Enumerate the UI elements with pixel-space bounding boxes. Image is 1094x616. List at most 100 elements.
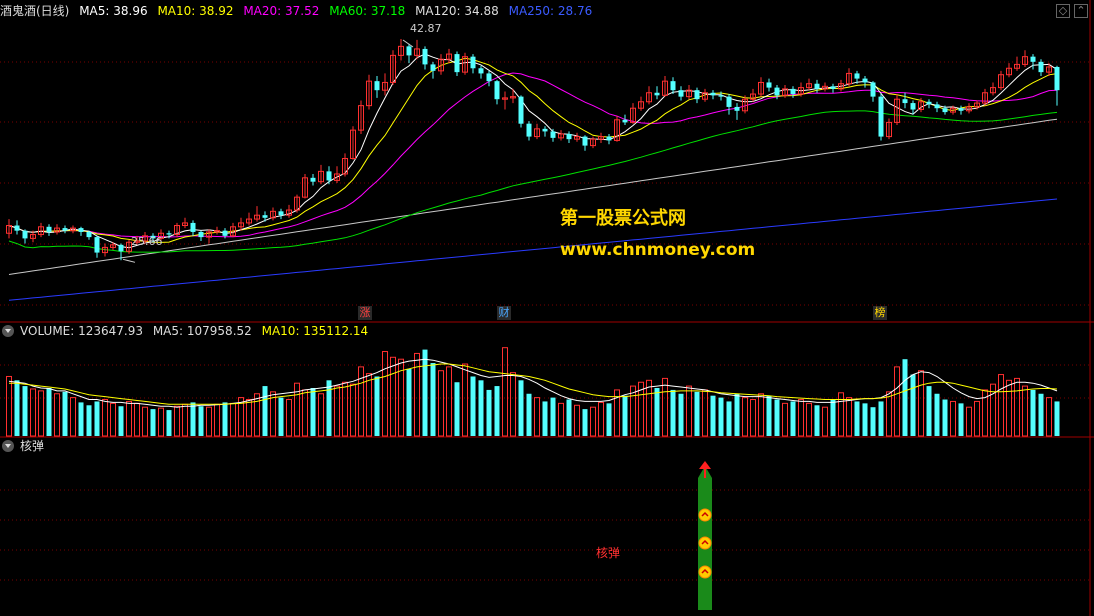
volume-bar (766, 395, 772, 436)
ma60-line (8, 110, 1058, 253)
candle-body (790, 88, 796, 95)
volume-bar (854, 401, 860, 436)
high-price-label: 42.87 (410, 22, 442, 35)
volume-bar (734, 393, 740, 436)
candle-body (910, 103, 916, 110)
volume-bar (878, 401, 884, 436)
volume-bar (382, 351, 388, 437)
volume-bar (78, 402, 84, 436)
volume-bar (926, 386, 932, 436)
volume-bar (54, 393, 60, 437)
diamond-icon[interactable]: ◇ (1056, 4, 1070, 18)
volume-label: VOLUME: 123647.93 (20, 324, 143, 338)
volume-bar (526, 393, 532, 436)
volume-bar (862, 403, 868, 436)
signal-arrow (699, 461, 711, 469)
volume-bar (998, 374, 1004, 437)
volume-bar (390, 356, 396, 437)
volume-bar (406, 368, 412, 436)
candle-body (606, 136, 612, 141)
ma20-label: MA20: 37.52 (243, 4, 320, 18)
volume-bar (966, 406, 972, 437)
volume-bar (446, 366, 452, 437)
volume-bar (182, 403, 188, 437)
candle-body (942, 108, 948, 113)
candle-body (550, 131, 556, 138)
ma10-label: MA10: 38.92 (157, 4, 234, 18)
indicator-menu-icon[interactable] (2, 440, 14, 452)
signal-bomb-icon (698, 536, 712, 550)
volume-bar (326, 380, 332, 436)
volume-bar (278, 397, 284, 436)
ma120-label: MA120: 34.88 (415, 4, 499, 18)
collapse-icon[interactable]: ⌃ (1074, 4, 1088, 18)
volume-bar (366, 373, 372, 437)
volume-bar (1006, 379, 1012, 437)
candle-body (1038, 61, 1044, 73)
candle-body (22, 230, 28, 239)
ma5-label: MA5: 38.96 (79, 4, 148, 18)
indicator-title: 核弹 (20, 439, 45, 453)
volume-bar (710, 395, 716, 436)
volume-bar (542, 401, 548, 436)
volume-bar (94, 401, 100, 436)
volume-bar (718, 397, 724, 436)
candle-body (582, 136, 588, 146)
volume-bar (254, 393, 260, 437)
volume-bar (310, 388, 316, 436)
volume-bar (494, 386, 500, 436)
candle-body (278, 211, 284, 216)
candle-body (14, 225, 20, 231)
candle-body (478, 68, 484, 74)
volume-bar (166, 410, 172, 436)
volume-menu-icon[interactable] (2, 325, 14, 337)
volume-bar (774, 399, 780, 436)
volume-bar (1014, 377, 1020, 437)
candle-body (430, 64, 436, 71)
stock-name: 酒鬼酒(日线) (0, 4, 70, 18)
ma250-line (8, 198, 1058, 301)
volume-bar (830, 399, 836, 436)
volume-bar (150, 409, 156, 436)
candle-body (1054, 66, 1060, 91)
signal-bomb-icon (698, 508, 712, 522)
volume-bar (246, 399, 252, 437)
ma60-label: MA60: 37.18 (329, 4, 406, 18)
volume-bar (798, 399, 804, 437)
volume-bar (846, 397, 852, 437)
volume-bar (598, 401, 604, 437)
candle-body (542, 128, 548, 132)
event-marker-zhang[interactable]: 涨 (358, 306, 372, 320)
low-price-label: 25.66 (131, 235, 163, 248)
candle-body (62, 228, 68, 231)
volume-bar (590, 406, 596, 437)
event-marker-cai[interactable]: 财 (497, 306, 511, 320)
volume-bar (726, 401, 732, 436)
volume-bar (286, 399, 292, 437)
volume-bar (422, 349, 428, 436)
candle-body (734, 106, 740, 111)
low-marker-line (122, 258, 136, 263)
volume-bar (534, 397, 540, 437)
volume-bar (1046, 397, 1052, 437)
candle-body (958, 108, 964, 111)
volume-bar (574, 404, 580, 437)
candle-body (94, 237, 100, 253)
volume-bar (582, 409, 588, 436)
candle-body (726, 96, 732, 107)
volume-bar (1038, 393, 1044, 436)
event-marker-bang[interactable]: 榜 (873, 306, 887, 320)
volume-bar (318, 393, 324, 437)
volume-bar (550, 397, 556, 436)
candle-body (814, 83, 820, 89)
volume-header: VOLUME: 123647.93 MA5: 107958.52 MA10: 1… (0, 322, 374, 340)
volume-bar (438, 370, 444, 437)
volume-bar (334, 385, 340, 437)
candle-body (870, 82, 876, 97)
signal-bomb-icon (698, 565, 712, 579)
volume-bar (518, 380, 524, 436)
volume-bar (470, 376, 476, 436)
volume-bar (198, 406, 204, 436)
volume-bar (414, 352, 420, 437)
high-marker-line (402, 39, 414, 48)
